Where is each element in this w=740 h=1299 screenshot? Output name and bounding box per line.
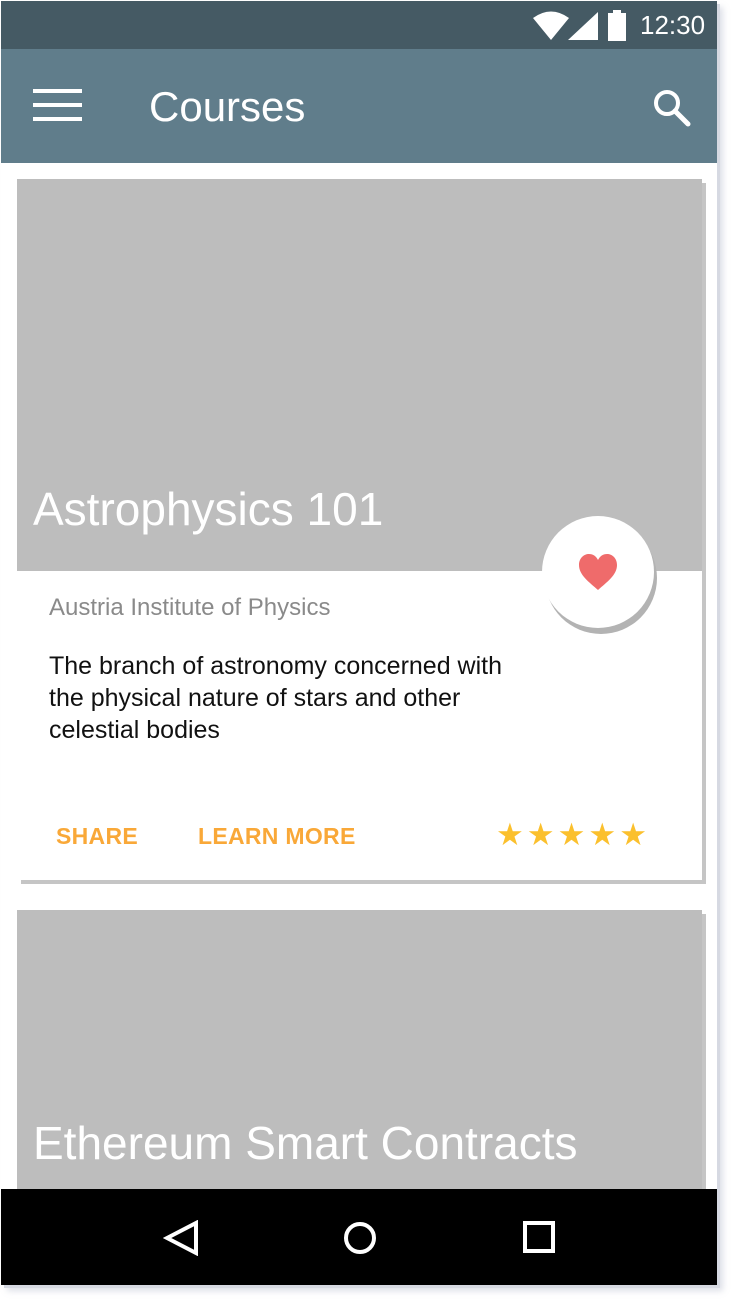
star-icon: ★ bbox=[619, 817, 647, 852]
page-title: Courses bbox=[149, 83, 306, 130]
status-time: 12:30 bbox=[640, 10, 706, 40]
star-icon: ★ bbox=[588, 817, 617, 852]
search-icon[interactable] bbox=[653, 89, 691, 132]
rating-stars: ★★★★★ bbox=[496, 819, 650, 850]
course-title: Ethereum Smart Contracts bbox=[33, 1117, 578, 1169]
battery-icon bbox=[607, 10, 627, 47]
wifi-icon bbox=[533, 11, 569, 46]
heart-icon bbox=[577, 552, 619, 597]
system-navigation-bar bbox=[1, 1189, 717, 1285]
share-button[interactable]: SHARE bbox=[56, 823, 138, 850]
star-icon: ★ bbox=[557, 817, 586, 852]
app-bar: Courses bbox=[1, 49, 717, 163]
course-card[interactable]: Astrophysics 101 Austria Institute of Ph… bbox=[17, 179, 702, 880]
recents-icon[interactable] bbox=[522, 1220, 556, 1259]
favorite-button[interactable] bbox=[542, 516, 654, 628]
course-institution: Austria Institute of Physics bbox=[49, 594, 331, 621]
hamburger-menu-icon[interactable] bbox=[33, 89, 83, 128]
phone-screen: 12:30 Courses Astrophysics 101 Austria I… bbox=[1, 1, 717, 1285]
status-bar: 12:30 bbox=[1, 1, 717, 49]
learn-more-button[interactable]: LEARN MORE bbox=[198, 823, 356, 850]
signal-icon bbox=[567, 11, 599, 46]
course-title: Astrophysics 101 bbox=[33, 483, 384, 535]
course-image-placeholder: Astrophysics 101 bbox=[17, 179, 702, 571]
star-icon: ★ bbox=[496, 817, 524, 852]
home-icon[interactable] bbox=[342, 1220, 378, 1261]
back-icon[interactable] bbox=[162, 1219, 199, 1261]
course-description: The branch of astronomy concerned with t… bbox=[49, 652, 503, 744]
star-icon: ★ bbox=[526, 817, 555, 852]
